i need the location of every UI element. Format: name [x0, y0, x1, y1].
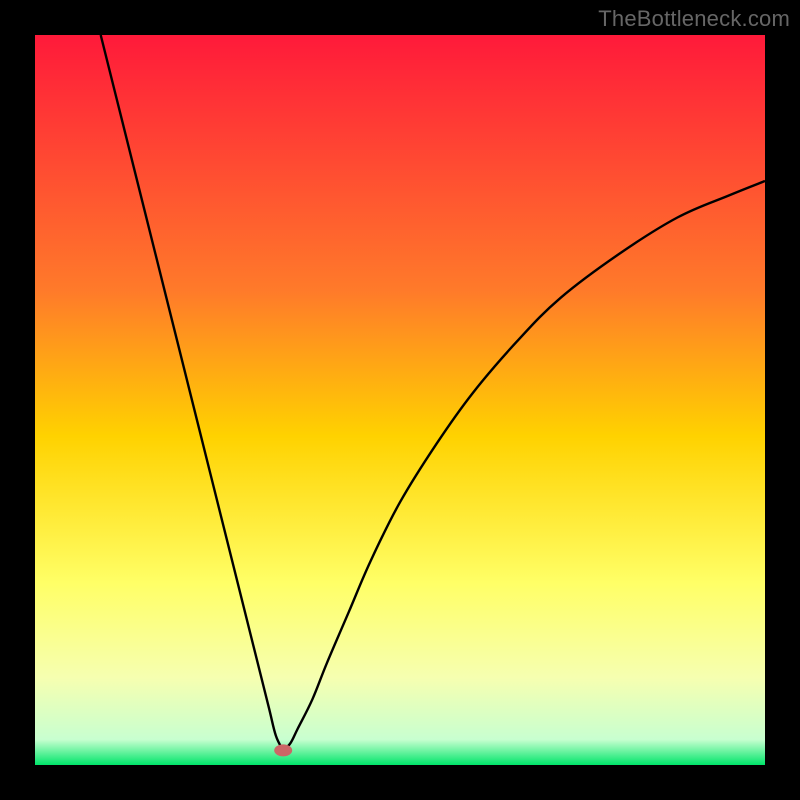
- chart-svg: [35, 35, 765, 765]
- chart-frame: TheBottleneck.com: [0, 0, 800, 800]
- plot-area: [35, 35, 765, 765]
- gradient-background: [35, 35, 765, 765]
- watermark-text: TheBottleneck.com: [598, 6, 790, 32]
- minimum-marker: [274, 744, 292, 756]
